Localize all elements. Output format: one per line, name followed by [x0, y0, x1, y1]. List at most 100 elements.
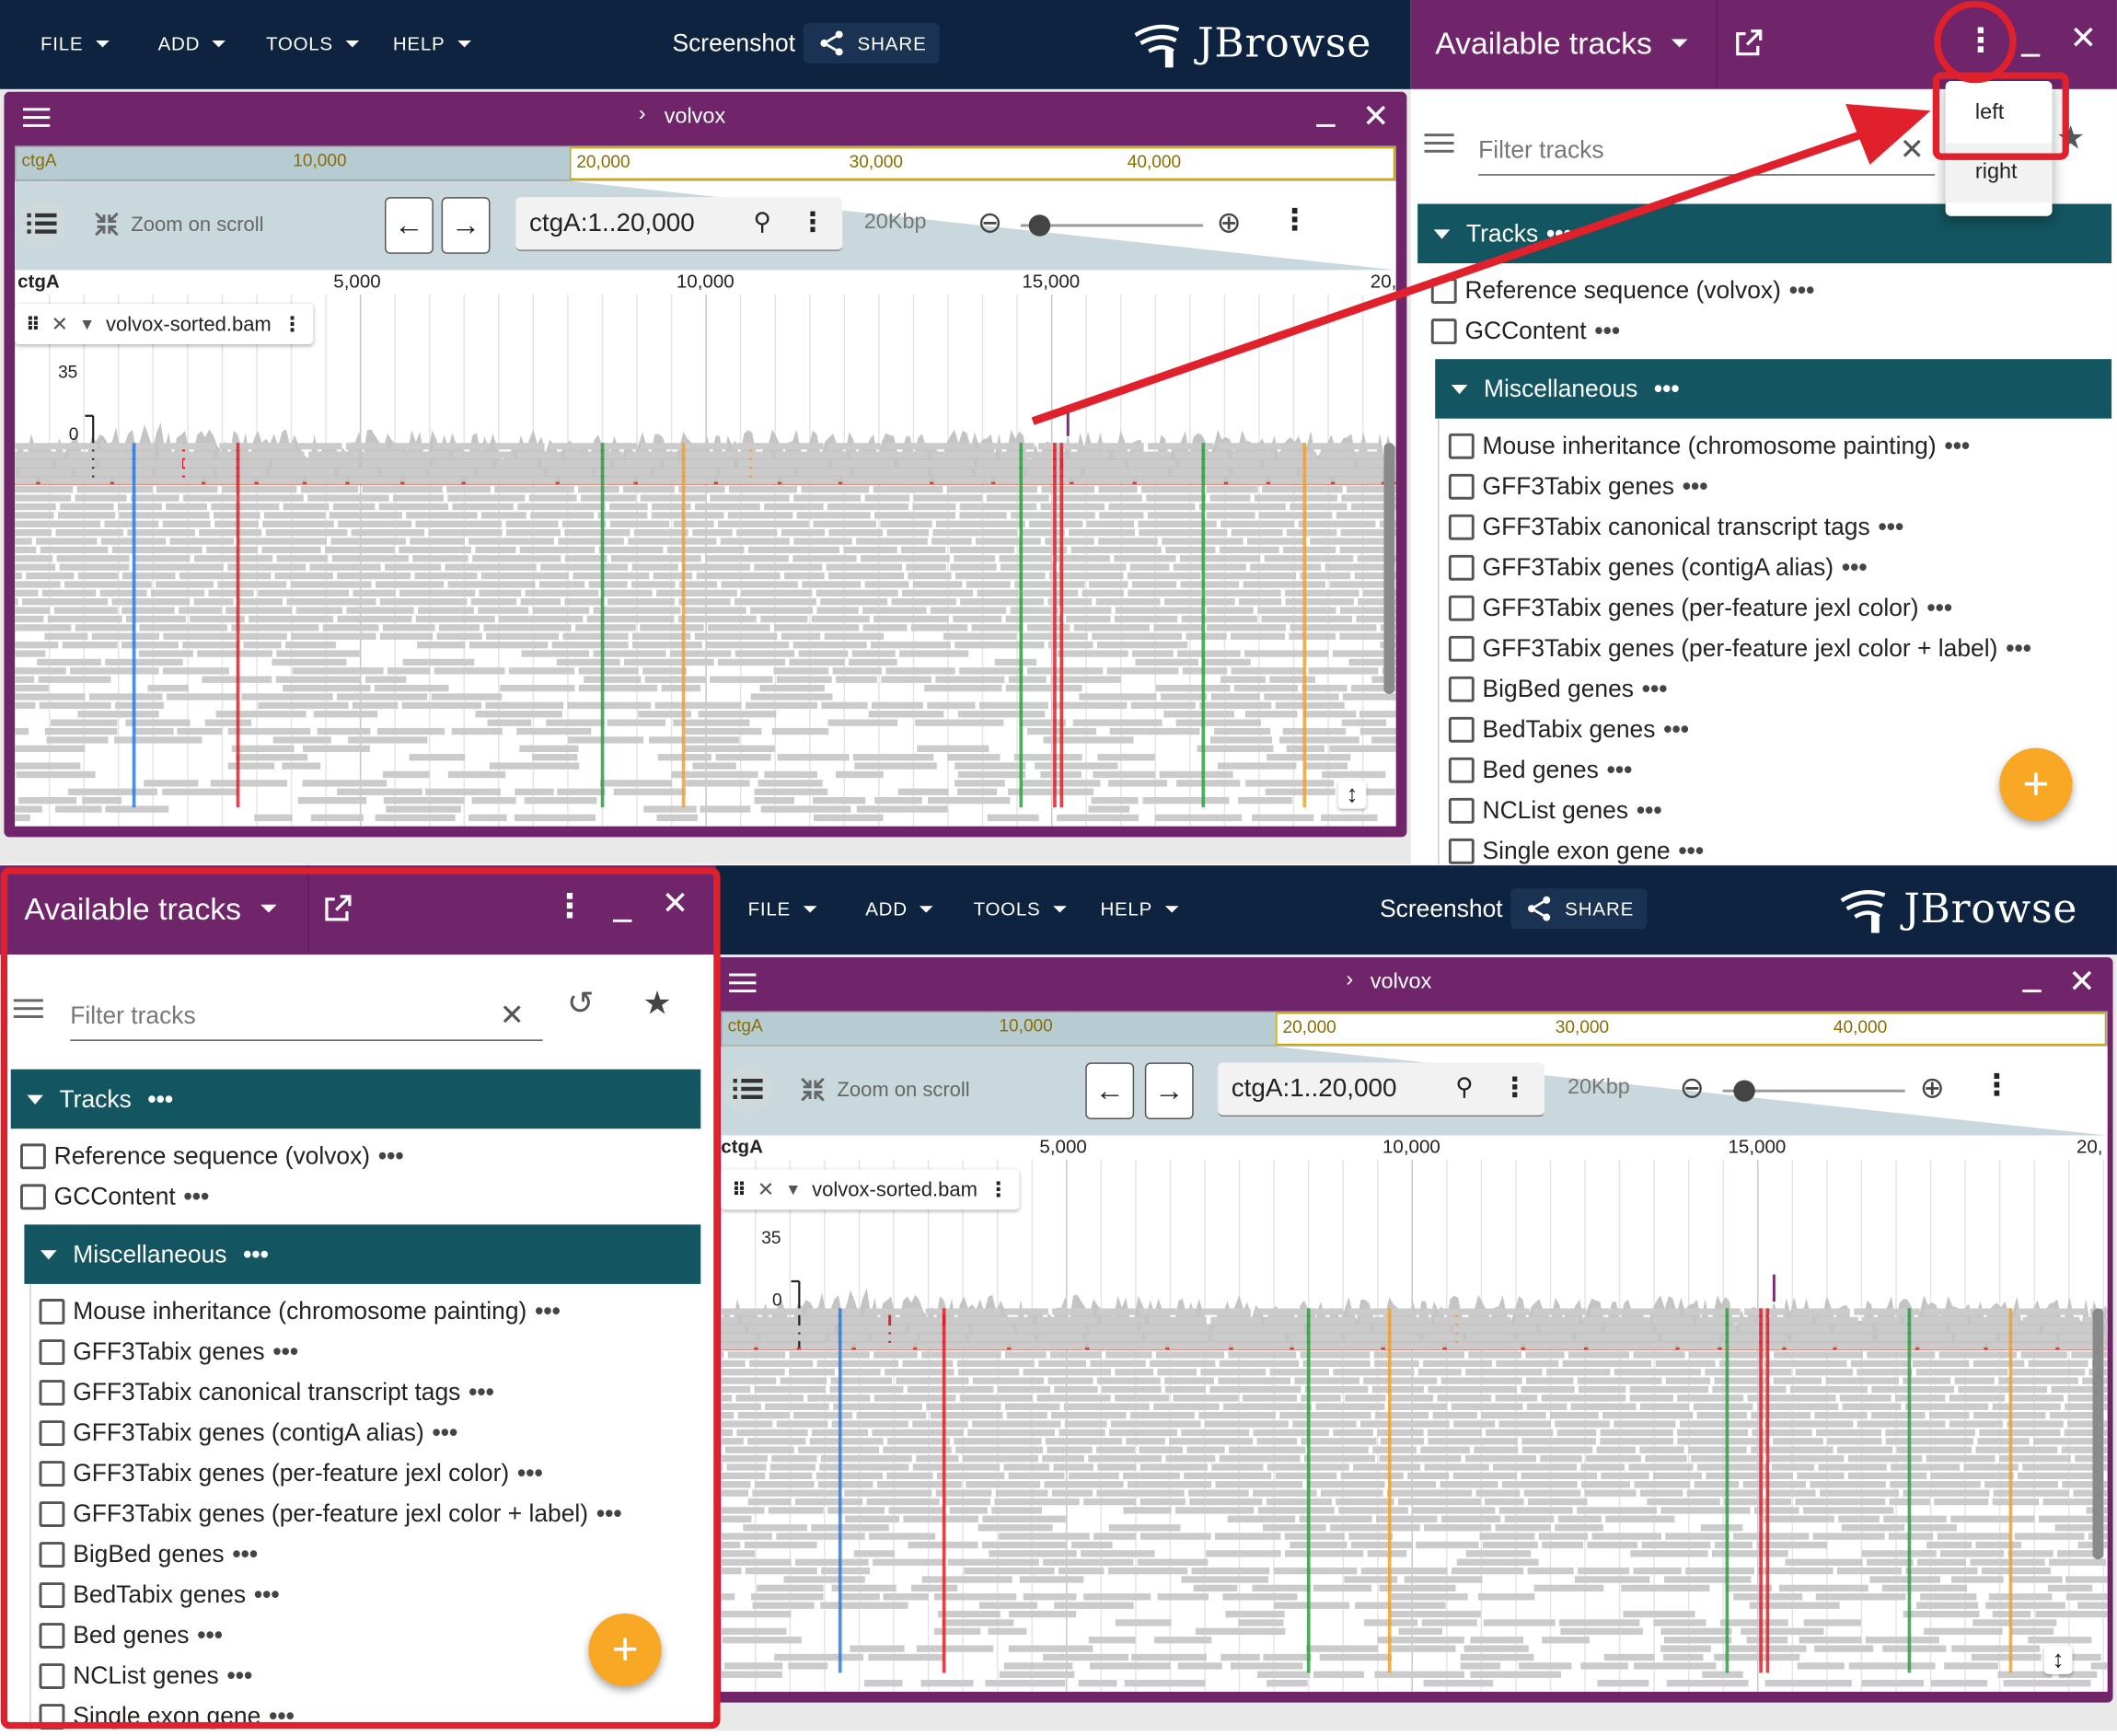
add-track-fab[interactable]: +	[1999, 748, 2072, 821]
category-tracks[interactable]: Tracks•••	[11, 1070, 701, 1129]
overview-scale[interactable]: ctgA10,000 20,00030,00040,000	[721, 1012, 2107, 1047]
track-item[interactable]: GFF3Tabix canonical transcript tags•••	[1449, 506, 1903, 547]
track-item[interactable]: GFF3Tabix genes (per-feature jexl color)…	[40, 1452, 543, 1493]
checkbox[interactable]	[1449, 433, 1475, 458]
track-item[interactable]: GFF3Tabix genes (contigA alias)•••	[40, 1412, 458, 1452]
track-item-menu-icon[interactable]: •••	[1642, 675, 1668, 703]
track-item[interactable]: Bed genes•••	[1449, 749, 1632, 790]
drawer-more-icon[interactable]: ⋮	[553, 887, 585, 927]
checkbox[interactable]	[1449, 838, 1475, 863]
dropdown-right[interactable]: right	[1946, 143, 2053, 203]
track-item[interactable]: GCContent•••	[1431, 310, 1620, 351]
track-item[interactable]: GFF3Tabix canonical transcript tags•••	[40, 1371, 494, 1412]
category-tracks-dots[interactable]: •••	[147, 1085, 173, 1114]
menu-help[interactable]: HELP	[393, 0, 470, 87]
zoom-slider[interactable]	[1723, 1090, 1905, 1093]
checkbox[interactable]	[40, 1703, 65, 1729]
drag-handle-icon[interactable]: ⠿	[26, 313, 40, 336]
drawer-minimize-icon[interactable]	[613, 920, 632, 922]
menu-file[interactable]: FILE	[40, 0, 109, 87]
minimize-icon[interactable]	[1316, 124, 1336, 127]
checkbox[interactable]	[40, 1419, 65, 1445]
checkbox[interactable]	[1449, 595, 1475, 620]
track-item-menu-icon[interactable]: •••	[1683, 472, 1708, 501]
history-icon[interactable]: ↺	[567, 984, 594, 1024]
filter-input[interactable]: Filter tracks ✕	[1478, 127, 1935, 176]
view-title[interactable]: volvox	[1371, 971, 1432, 995]
checkbox[interactable]	[40, 1622, 65, 1648]
track-item-menu-icon[interactable]: •••	[232, 1540, 258, 1568]
checkbox[interactable]	[20, 1143, 46, 1169]
track-menu-caret-icon[interactable]: ▼	[785, 1180, 801, 1199]
checkbox[interactable]	[40, 1662, 65, 1688]
view-options-icon[interactable]: ⋮	[1982, 1068, 2011, 1103]
zoom-in-icon[interactable]: ⊕	[1217, 205, 1242, 240]
track-options-icon[interactable]: ⋮	[989, 1177, 1009, 1201]
checkbox[interactable]	[1431, 277, 1457, 303]
drawer-title-button[interactable]: Available tracks	[1435, 0, 1687, 87]
star-icon[interactable]: ★	[2056, 119, 2086, 158]
track-item-menu-icon[interactable]: •••	[1842, 553, 1868, 582]
track-item-menu-icon[interactable]: •••	[1926, 594, 1952, 622]
view-options-icon[interactable]: ⋮	[1280, 203, 1310, 237]
menu-file[interactable]: FILE	[748, 865, 816, 952]
track-item-menu-icon[interactable]: •••	[433, 1418, 458, 1447]
track-item-menu-icon[interactable]: •••	[535, 1297, 561, 1325]
track-item[interactable]: NCList genes•••	[40, 1655, 253, 1695]
track-item[interactable]: Mouse inheritance (chromosome painting)•…	[40, 1290, 561, 1331]
checkbox[interactable]	[1449, 635, 1475, 661]
share-button[interactable]: SHARE	[1510, 888, 1647, 929]
more-vert-icon[interactable]: ⋮	[1501, 1071, 1528, 1105]
zoom-out-icon[interactable]: ⊖	[978, 205, 1002, 240]
checkbox[interactable]	[40, 1338, 65, 1364]
add-track-fab[interactable]: +	[589, 1614, 662, 1686]
checkbox[interactable]	[40, 1581, 65, 1607]
track-item-menu-icon[interactable]: •••	[227, 1661, 253, 1690]
drawer-minimize-icon[interactable]	[2021, 54, 2041, 57]
close-track-icon[interactable]: ✕	[758, 1177, 774, 1201]
menu-help[interactable]: HELP	[1100, 865, 1177, 952]
zoom-in-icon[interactable]: ⊕	[1920, 1071, 1945, 1105]
track-item[interactable]: GFF3Tabix genes (per-feature jexl color …	[1449, 628, 2031, 668]
track-item[interactable]: GFF3Tabix genes•••	[40, 1331, 299, 1371]
zoom-slider[interactable]	[1021, 224, 1203, 226]
track-item[interactable]: GFF3Tabix genes•••	[1449, 466, 1708, 506]
track-item-menu-icon[interactable]: •••	[254, 1580, 280, 1609]
share-button[interactable]: SHARE	[804, 23, 940, 64]
menu-tools[interactable]: TOOLS	[974, 865, 1067, 952]
track-item-menu-icon[interactable]: •••	[469, 1378, 494, 1406]
checkbox[interactable]	[1449, 514, 1475, 539]
checkbox[interactable]	[1449, 473, 1475, 499]
track-item[interactable]: BigBed genes•••	[1449, 668, 1668, 709]
track-options-icon[interactable]: ⋮	[283, 312, 303, 336]
hamburger-icon[interactable]	[14, 998, 43, 1019]
track-item-menu-icon[interactable]: •••	[596, 1499, 622, 1528]
zoom-slider-thumb[interactable]	[1029, 214, 1050, 236]
pan-left-button[interactable]: ←	[385, 197, 434, 254]
checkbox[interactable]	[40, 1500, 65, 1526]
pan-right-button[interactable]: →	[1145, 1062, 1194, 1119]
menu-add[interactable]: ADD	[158, 0, 226, 87]
track-item-menu-icon[interactable]: •••	[184, 1182, 210, 1210]
track-item-menu-icon[interactable]: •••	[272, 1337, 298, 1366]
location-input[interactable]: ctgA:1..20,000 ⚲ ⋮	[515, 197, 842, 251]
search-icon[interactable]: ⚲	[1455, 1073, 1473, 1102]
checkbox[interactable]	[1449, 716, 1475, 742]
track-item[interactable]: BedTabix genes•••	[40, 1574, 280, 1614]
track-item-menu-icon[interactable]: •••	[517, 1459, 543, 1487]
hamburger-icon[interactable]	[1424, 133, 1453, 154]
track-item-menu-icon[interactable]: •••	[1678, 837, 1704, 865]
overview-scale[interactable]: ctgA10,000 20,00030,00040,000	[15, 145, 1396, 180]
track-item[interactable]: BedTabix genes•••	[1449, 709, 1689, 749]
track-item[interactable]: Reference sequence (volvox)•••	[1431, 270, 1815, 310]
menu-add[interactable]: ADD	[865, 865, 932, 952]
track-menu-caret-icon[interactable]: ▼	[79, 315, 95, 334]
clear-icon[interactable]: ✕	[1900, 133, 1925, 168]
scrollbar[interactable]	[2093, 1308, 2104, 1559]
view-menu-icon[interactable]	[23, 105, 52, 129]
dropdown-left[interactable]: left	[1946, 84, 2053, 144]
scrollbar[interactable]	[1383, 443, 1394, 694]
clear-icon[interactable]: ✕	[500, 998, 525, 1033]
category-misc-dots[interactable]: •••	[1654, 375, 1680, 403]
drag-handle-icon[interactable]: ⠿	[732, 1178, 746, 1201]
